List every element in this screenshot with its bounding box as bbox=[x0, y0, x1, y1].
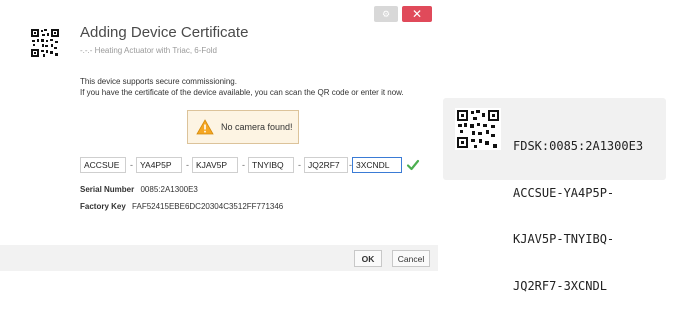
close-button[interactable]: ✕ bbox=[402, 6, 432, 22]
key-field-6[interactable] bbox=[352, 157, 402, 173]
ok-button[interactable]: OK bbox=[354, 250, 382, 267]
key-separator: - bbox=[242, 160, 245, 170]
label-text: FDSK:0085:2A1300E3 ACCSUE-YA4P5P- KJAV5P… bbox=[513, 108, 643, 325]
cancel-button[interactable]: Cancel bbox=[392, 250, 430, 267]
camera-warning-text: No camera found! bbox=[221, 122, 293, 132]
dialog-title: Adding Device Certificate bbox=[80, 24, 249, 41]
label-line-3: KJAV5P-TNYIBQ- bbox=[513, 232, 615, 246]
key-field-4[interactable] bbox=[248, 157, 294, 173]
key-field-2[interactable] bbox=[136, 157, 182, 173]
checkmark-icon bbox=[406, 159, 420, 171]
title-bar-buttons: ⚙ ✕ bbox=[374, 6, 432, 22]
device-subtitle: -.-.- Heating Actuator with Triac, 6-Fol… bbox=[80, 46, 217, 55]
key-field-1[interactable] bbox=[80, 157, 126, 173]
label-qr-code-icon bbox=[455, 108, 501, 150]
factory-key-value: FAF52415EBE6DC20304C3512FF771346 bbox=[132, 202, 284, 211]
label-line-1: FDSK:0085:2A1300E3 bbox=[513, 139, 644, 153]
factory-key-row: Factory Key FAF52415EBE6DC20304C3512FF77… bbox=[80, 202, 283, 211]
description: This device supports secure commissionin… bbox=[80, 76, 404, 98]
key-separator: - bbox=[298, 160, 301, 170]
key-field-5[interactable] bbox=[304, 157, 348, 173]
settings-button[interactable]: ⚙ bbox=[374, 6, 398, 22]
description-line-2: If you have the certificate of the devic… bbox=[80, 88, 404, 97]
camera-warning: No camera found! bbox=[187, 110, 299, 144]
serial-number-value: 0085:2A1300E3 bbox=[140, 185, 198, 194]
add-certificate-dialog: ⚙ ✕ Adding Device Certificate -.-.- Heat… bbox=[0, 0, 438, 271]
serial-number-row: Serial Number 0085:2A1300E3 bbox=[80, 185, 198, 194]
qr-code-icon bbox=[30, 28, 60, 58]
key-separator: - bbox=[130, 160, 133, 170]
device-certificate-label: FDSK:0085:2A1300E3 ACCSUE-YA4P5P- KJAV5P… bbox=[443, 98, 666, 293]
warning-icon bbox=[196, 119, 214, 135]
label-line-2: ACCSUE-YA4P5P- bbox=[513, 185, 615, 200]
description-line-1: This device supports secure commissionin… bbox=[80, 77, 237, 86]
key-separator: - bbox=[186, 160, 189, 170]
factory-key-label: Factory Key bbox=[80, 202, 126, 211]
label-line-4: JQ2RF7-3XCNDL bbox=[513, 278, 607, 293]
serial-number-label: Serial Number bbox=[80, 185, 135, 194]
key-field-3[interactable] bbox=[192, 157, 238, 173]
